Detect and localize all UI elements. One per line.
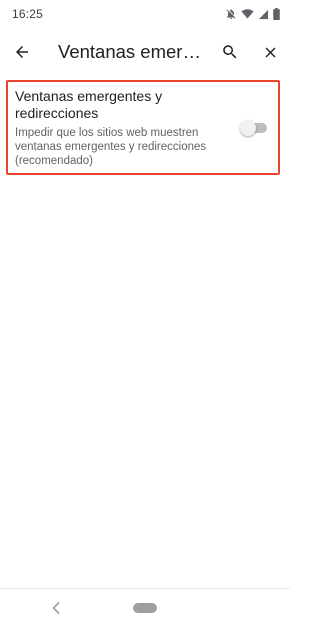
- search-icon: [223, 45, 237, 59]
- cellular-signal-icon: [258, 9, 269, 20]
- status-time: 16:25: [12, 7, 44, 21]
- notifications-off-icon: [225, 8, 237, 20]
- nav-back-icon: [52, 602, 60, 614]
- setting-text: Ventanas emergentes y redirecciones Impe…: [15, 88, 240, 168]
- close-icon: [265, 47, 275, 57]
- toggle-thumb: [240, 120, 256, 136]
- arrow-back-icon: [16, 46, 28, 58]
- search-button[interactable]: [210, 32, 250, 72]
- page-title: Ventanas emergentes y redirecciones: [58, 41, 206, 62]
- back-button[interactable]: [2, 32, 42, 72]
- screen: 16:25 Ventanas emergentes y redireccione…: [0, 0, 290, 628]
- popups-setting-row[interactable]: Ventanas emergentes y redirecciones Impe…: [6, 80, 280, 175]
- setting-title: Ventanas emergentes y redirecciones: [15, 88, 163, 121]
- wifi-icon: [241, 8, 254, 20]
- status-icons: [225, 8, 280, 20]
- nav-back-button[interactable]: [49, 599, 63, 617]
- popups-toggle[interactable]: [240, 120, 268, 136]
- setting-description: Impedir que los sitios web muestren vent…: [15, 127, 207, 167]
- close-button[interactable]: [250, 32, 290, 72]
- system-nav-bar: [0, 589, 290, 628]
- battery-icon: [273, 8, 280, 20]
- status-bar: 16:25: [0, 0, 290, 28]
- home-pill-icon[interactable]: [133, 603, 157, 613]
- app-bar: Ventanas emergentes y redirecciones: [0, 30, 290, 74]
